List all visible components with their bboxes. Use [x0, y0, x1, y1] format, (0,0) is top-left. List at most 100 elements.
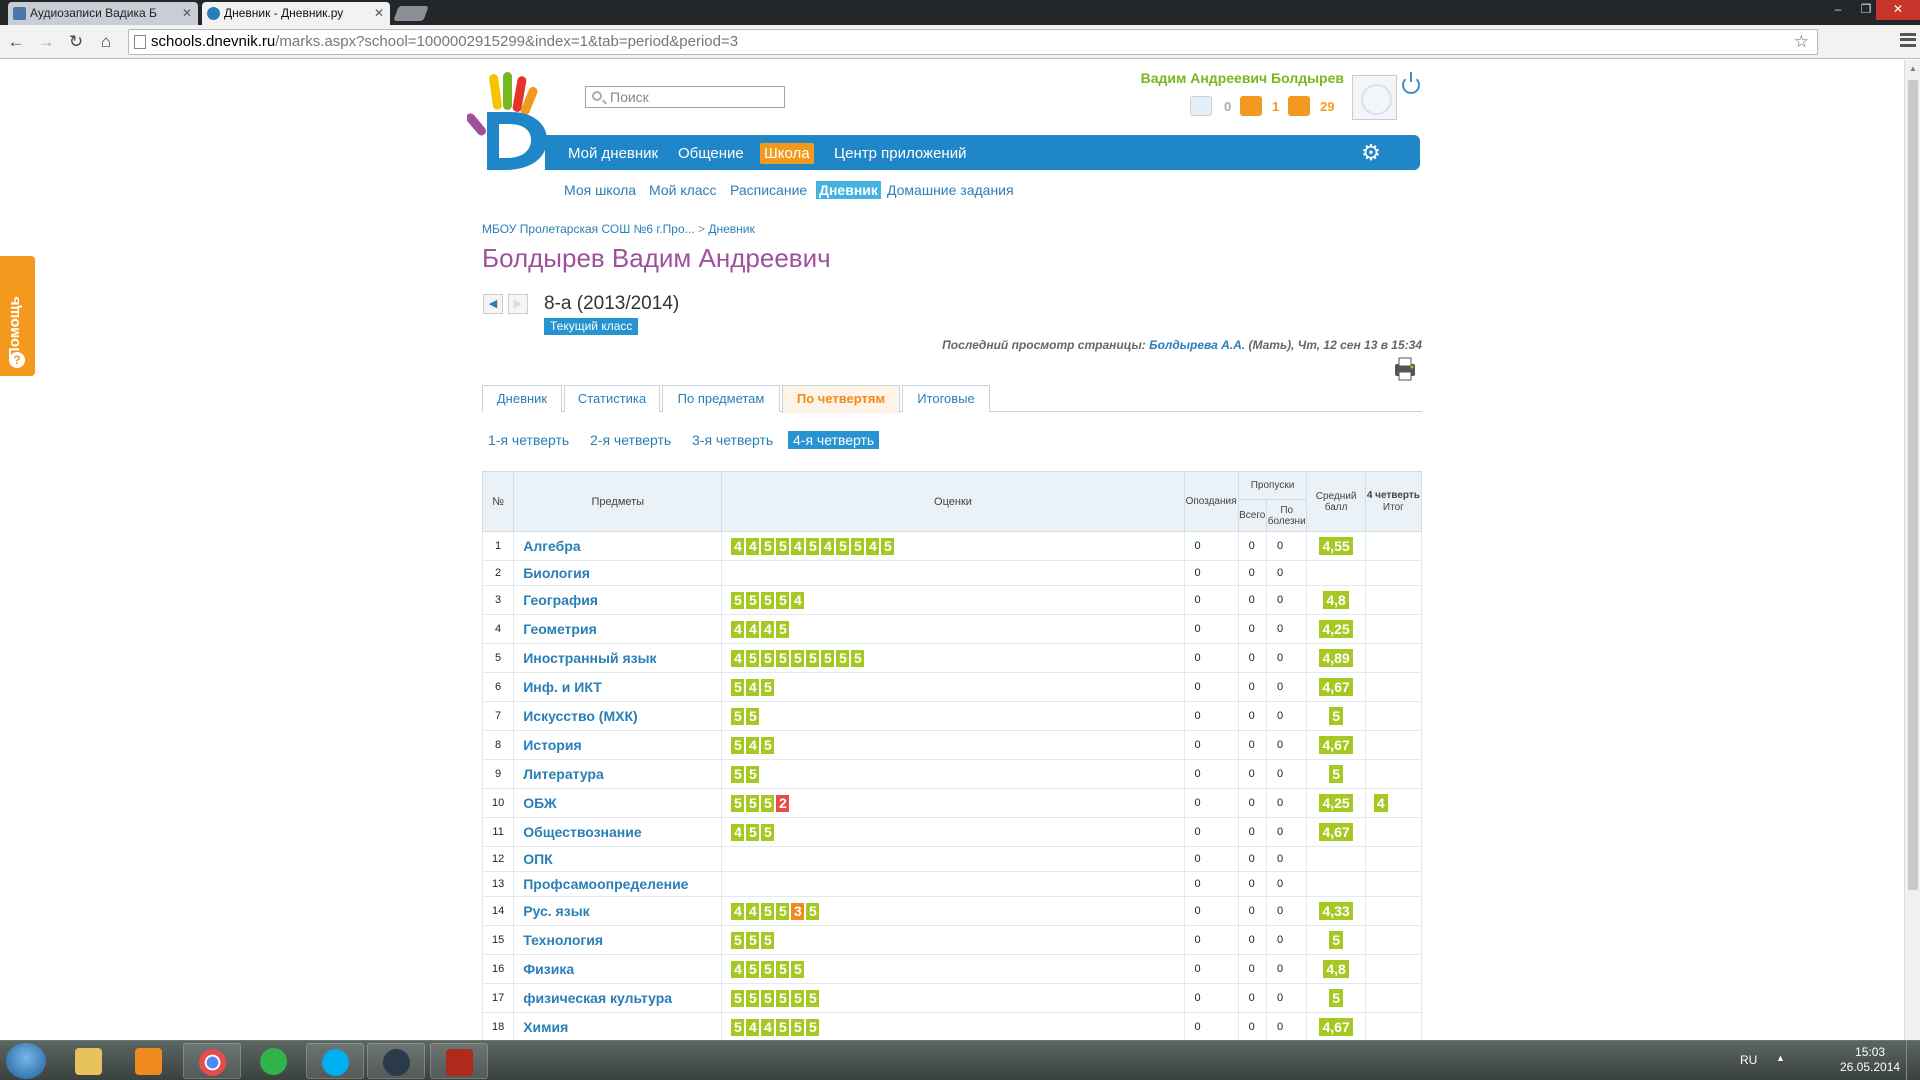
logout-power-icon[interactable] — [1402, 72, 1420, 94]
user-name[interactable]: Вадим Андреевич Болдырев — [1132, 70, 1344, 86]
mark-badge[interactable]: 5 — [746, 960, 760, 978]
messages-count[interactable]: 0 — [1224, 99, 1231, 114]
mark-badge[interactable]: 4 — [761, 1018, 775, 1036]
quarter-1[interactable]: 1-я четверть — [483, 431, 574, 449]
steam-icon[interactable] — [367, 1043, 425, 1079]
address-bar-input[interactable]: schools.dnevnik.ru/marks.aspx?school=100… — [128, 29, 1818, 55]
subject-link[interactable]: ОБЖ — [513, 788, 723, 818]
mark-badge[interactable]: 4 — [731, 960, 745, 978]
mark-badge[interactable]: 5 — [761, 823, 775, 841]
mark-badge[interactable]: 5 — [731, 1018, 745, 1036]
mark-badge[interactable]: 5 — [746, 707, 760, 725]
subject-link[interactable]: Обществознание — [513, 817, 723, 847]
avatar[interactable] — [1352, 75, 1397, 120]
subject-link[interactable]: Технология — [513, 925, 723, 955]
nav-communication[interactable]: Общение — [674, 143, 748, 164]
friends-icon[interactable] — [1240, 96, 1262, 116]
tab-final[interactable]: Итоговые — [902, 385, 990, 412]
mark-badge[interactable]: 5 — [731, 765, 745, 783]
mark-badge[interactable]: 5 — [836, 537, 850, 555]
skype-icon[interactable] — [306, 1043, 364, 1079]
mark-badge[interactable]: 5 — [791, 960, 805, 978]
mark-badge[interactable]: 5 — [851, 649, 865, 667]
mark-badge[interactable]: 5 — [776, 537, 790, 555]
mark-badge[interactable]: 5 — [761, 960, 775, 978]
page-scrollbar[interactable]: ▲ — [1904, 60, 1920, 1040]
breadcrumb-school[interactable]: МБОУ Пролетарская СОШ №6 г.Про... — [482, 222, 695, 236]
gear-icon[interactable]: ⚙ — [1360, 142, 1382, 164]
tab-by-subject[interactable]: По предметам — [662, 385, 780, 412]
mark-badge[interactable]: 5 — [761, 591, 775, 609]
new-tab-button[interactable] — [393, 6, 429, 21]
forward-icon[interactable]: → — [36, 32, 56, 52]
mark-badge[interactable]: 4 — [731, 902, 745, 920]
subject-link[interactable]: География — [513, 585, 723, 615]
nav-my-diary[interactable]: Мой дневник — [564, 143, 662, 164]
mark-badge[interactable]: 4 — [791, 591, 805, 609]
chrome-icon[interactable] — [183, 1043, 241, 1079]
mark-badge[interactable]: 5 — [806, 649, 820, 667]
subject-link[interactable]: Физика — [513, 954, 723, 984]
reload-icon[interactable]: ↻ — [66, 32, 86, 52]
mark-badge[interactable]: 4 — [746, 620, 760, 638]
mark-badge[interactable]: 5 — [746, 931, 760, 949]
close-icon[interactable]: ✕ — [182, 2, 192, 25]
subnav-homework[interactable]: Домашние задания — [884, 181, 1017, 199]
print-icon[interactable] — [1389, 352, 1421, 384]
subject-link[interactable]: Литература — [513, 759, 723, 789]
mail-icon[interactable] — [1190, 96, 1212, 116]
subnav-diary[interactable]: Дневник — [816, 181, 881, 199]
home-icon[interactable]: ⌂ — [96, 32, 116, 52]
radio-app-icon[interactable] — [245, 1043, 303, 1079]
browser-tab-dnevnik[interactable]: Дневник - Дневник.ру ✕ — [202, 2, 390, 25]
subnav-my-school[interactable]: Моя школа — [561, 181, 639, 199]
subject-link[interactable]: Химия — [513, 1012, 723, 1042]
subject-link[interactable]: Биология — [513, 560, 723, 586]
nav-school[interactable]: Школа — [760, 143, 814, 164]
prev-class-arrow-icon[interactable]: ◀ — [483, 294, 503, 314]
mark-badge[interactable]: 5 — [776, 649, 790, 667]
next-class-arrow-icon[interactable]: ▶ — [508, 294, 528, 314]
subject-link[interactable]: ОПК — [513, 846, 723, 872]
mark-badge[interactable]: 4 — [791, 537, 805, 555]
subject-link[interactable]: Инф. и ИКТ — [513, 672, 723, 702]
subject-link[interactable]: Алгебра — [513, 531, 723, 561]
dota-icon[interactable] — [430, 1043, 488, 1079]
nav-app-center[interactable]: Центр приложений — [830, 143, 970, 164]
mark-badge[interactable]: 5 — [761, 989, 775, 1007]
mark-badge[interactable]: 5 — [761, 736, 775, 754]
mark-badge[interactable]: 5 — [836, 649, 850, 667]
tab-statistics[interactable]: Статистика — [564, 385, 660, 412]
mark-badge[interactable]: 5 — [791, 1018, 805, 1036]
language-indicator[interactable]: RU — [1740, 1053, 1757, 1067]
mark-badge[interactable]: 5 — [761, 794, 775, 812]
media-player-icon[interactable] — [120, 1043, 178, 1079]
mark-badge[interactable]: 5 — [746, 794, 760, 812]
mark-badge[interactable]: 4 — [746, 736, 760, 754]
mark-badge[interactable]: 5 — [776, 620, 790, 638]
subject-link[interactable]: Геометрия — [513, 614, 723, 644]
bookmark-star-icon[interactable]: ☆ — [1794, 30, 1809, 54]
mark-badge[interactable]: 5 — [776, 902, 790, 920]
mark-badge[interactable]: 4 — [731, 620, 745, 638]
mark-badge[interactable]: 5 — [806, 1018, 820, 1036]
search-input[interactable]: Поиск — [585, 86, 785, 108]
quarter-2[interactable]: 2-я четверть — [585, 431, 676, 449]
show-desktop-button[interactable] — [1906, 1041, 1920, 1080]
mark-badge[interactable]: 2 — [776, 794, 790, 812]
mark-badge[interactable]: 5 — [731, 931, 745, 949]
mark-badge[interactable]: 5 — [746, 823, 760, 841]
tray-expand-icon[interactable]: ▲ — [1776, 1053, 1785, 1063]
help-tab[interactable]: Помощь ? — [0, 256, 35, 376]
mark-badge[interactable]: 4 — [746, 1018, 760, 1036]
subnav-schedule[interactable]: Расписание — [727, 181, 810, 199]
back-icon[interactable]: ← — [6, 32, 26, 52]
mark-badge[interactable]: 5 — [746, 989, 760, 1007]
mark-badge[interactable]: 5 — [761, 902, 775, 920]
mark-badge[interactable]: 5 — [731, 678, 745, 696]
mark-badge[interactable]: 3 — [791, 902, 805, 920]
subject-link[interactable]: Профсамоопределение — [513, 871, 723, 897]
friends-count[interactable]: 1 — [1272, 99, 1279, 114]
mark-badge[interactable]: 4 — [746, 678, 760, 696]
mark-badge[interactable]: 5 — [791, 989, 805, 1007]
